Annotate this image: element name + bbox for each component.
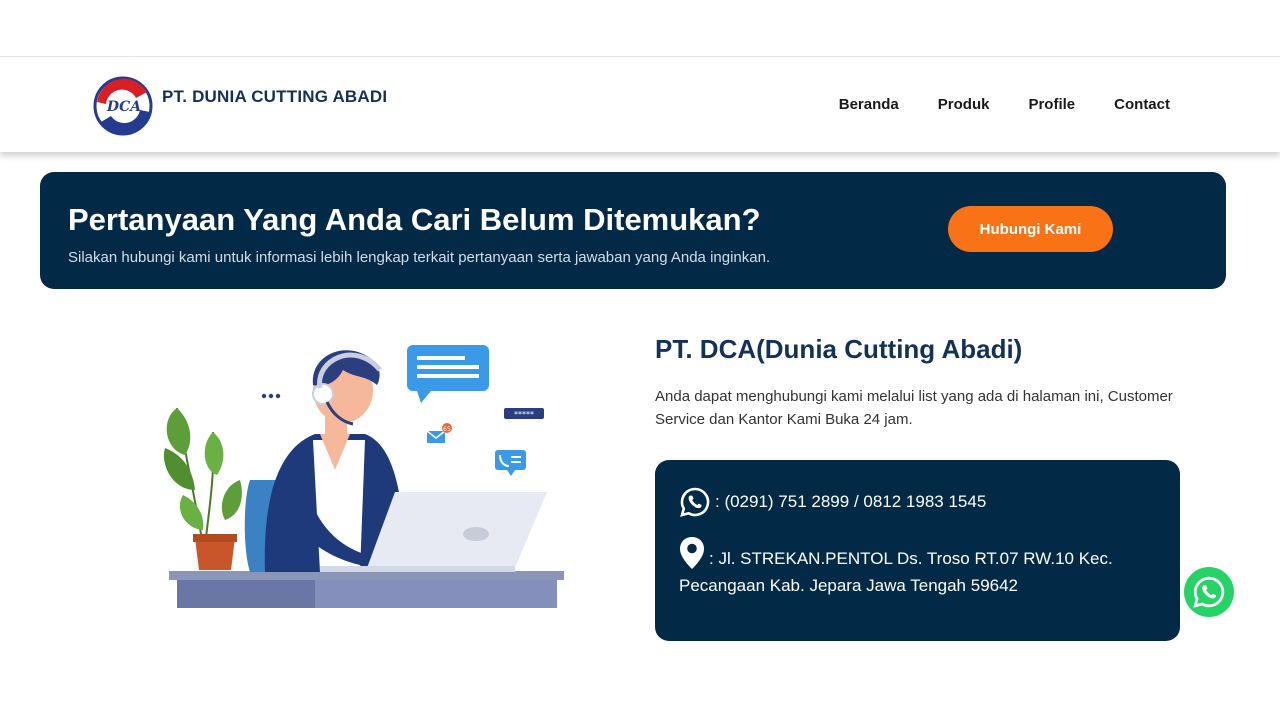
contact-phone[interactable]: : (0291) 751 2899 / 0812 1983 1545 [715,492,986,512]
nav-beranda[interactable]: Beranda [839,96,899,113]
contact-address-row: : Jl. STREKAN.PENTOL Ds. Troso RT.07 RW.… [679,536,1149,599]
banner-subtitle: Silakan hubungi kami untuk informasi leb… [68,249,771,266]
navbar: DCA PT. DUNIA CUTTING ABADI Beranda Prod… [0,58,1280,152]
contact-us-button[interactable]: Hubungi Kami [948,206,1113,252]
brand-name: PT. DUNIA CUTTING ABADI [162,87,388,106]
company-intro: Anda dapat menghubungi kami melalui list… [655,388,1173,428]
brand[interactable]: DCA PT. DUNIA CUTTING ABADI [92,76,387,136]
desk-top [169,571,564,580]
nav-contact[interactable]: Contact [1114,96,1170,113]
floating-whatsapp-button[interactable] [1184,567,1234,617]
logo-text: DCA [106,99,141,115]
chat-badge-count: 65 [443,426,451,433]
typing-dots-icon [261,393,281,399]
company-logo: DCA [93,76,153,136]
company-title: PT. DCA(Dunia Cutting Abadi) [655,334,1023,364]
faq-banner: Pertanyaan Yang Anda Cari Belum Ditemuka… [40,172,1226,289]
banner-title: Pertanyaan Yang Anda Cari Belum Ditemuka… [68,202,761,237]
chat-bubble-icon [407,345,489,403]
phone-call-icon [495,450,526,476]
map-pin-icon [680,537,704,569]
contact-card: : (0291) 751 2899 / 0812 1983 1545 : Jl.… [655,460,1180,641]
customer-service-illustration: ***** 65 [163,345,564,608]
contact-address: : Jl. STREKAN.PENTOL Ds. Troso RT.07 RW.… [679,549,1113,595]
nav-produk[interactable]: Produk [938,96,990,113]
whatsapp-icon [680,487,710,517]
contact-phone-row: : (0291) 751 2899 / 0812 1983 1545 [679,486,986,518]
mail-icon: 65 [426,423,452,443]
plant-illustration [163,407,242,570]
main-nav: Beranda Produk Profile Contact [839,96,1170,113]
whatsapp-icon [1193,576,1225,608]
nav-profile[interactable]: Profile [1028,96,1075,113]
password-dots: ***** [514,410,534,419]
top-strip [0,0,1280,57]
